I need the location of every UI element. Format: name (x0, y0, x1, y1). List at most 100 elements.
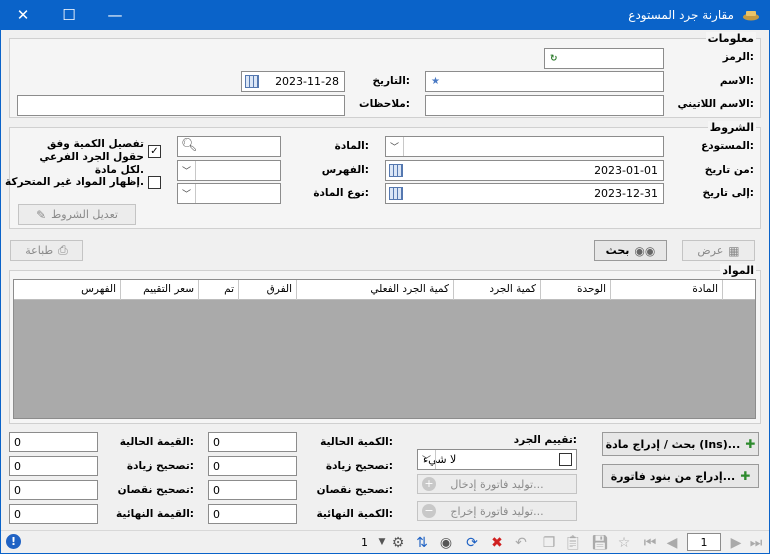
conditions-group-title: الشروط (707, 121, 756, 134)
previous-page-icon[interactable]: ◀ (663, 535, 681, 551)
current-qty-field: 0 (208, 432, 297, 452)
chevron-down-icon[interactable]: ﹀ (178, 184, 196, 203)
date-label: التاريخ: (372, 75, 410, 87)
search-button[interactable]: بحث ◉◉ (594, 240, 667, 261)
printer-icon: ⎙ (58, 243, 68, 257)
current-value-label: القيمة الحالية: (119, 436, 194, 448)
latin-name-label: الاسم اللاتيني: (677, 98, 755, 110)
increase-value-label: تصحيح زيادة: (126, 460, 194, 472)
app-icon (742, 9, 760, 21)
copy-icon[interactable]: ❐ (540, 535, 558, 551)
first-page-icon[interactable]: ⏮ (641, 535, 659, 551)
add-document-icon: ✚ (740, 469, 751, 483)
decrease-value-label: تصحيح نقصان: (117, 484, 194, 496)
binoculars-icon[interactable]: ◉ (437, 535, 455, 551)
column-header[interactable]: الوحدة (540, 280, 610, 300)
next-page-icon[interactable]: ▶ (727, 535, 745, 551)
delete-icon[interactable]: ✖ (488, 535, 506, 551)
column-header[interactable]: سعر التقييم (120, 280, 198, 300)
grid-header: المادة الوحدة كمية الجرد كمية الجرد الفع… (14, 280, 755, 300)
save-icon[interactable]: 💾︎ (591, 535, 609, 551)
add-material-icon: ✚ (745, 437, 756, 451)
date-input[interactable]: 2023-11-28 (241, 71, 345, 92)
final-qty-field: 0 (208, 504, 297, 524)
options-icon[interactable]: ⚙ (389, 535, 407, 551)
star-icon[interactable]: ☆ (615, 535, 633, 551)
materials-grid[interactable]: المادة الوحدة كمية الجرد كمية الجرد الفع… (13, 279, 756, 419)
generate-out-invoice-button[interactable]: توليد فاتورة إخراج... − (417, 501, 577, 521)
decrease-value-field: 0 (9, 480, 98, 500)
minimize-icon: — (107, 6, 123, 24)
maximize-button[interactable]: ☐ (46, 0, 92, 30)
valuation-label: تقييم الجرد: (513, 434, 577, 446)
last-page-icon[interactable]: ⏭ (747, 535, 765, 551)
valuation-checkbox[interactable] (559, 453, 572, 466)
status-bar: ! 1 ▼ ⚙ ⇅ ◉ ⟳ ✖ ↶ ❐ 📋︎ 💾︎ ☆ ⏮ ◀ 1 ▶ ⏭ (1, 530, 769, 553)
column-header[interactable]: تم (198, 280, 238, 300)
detail-checkbox-label: تفصيل الكمية وفق حقول الجرد الفرعي لكل م… (39, 138, 144, 176)
name-label: الاسم: (719, 75, 754, 87)
title-bar: مقارنة جرد المستودع ✕ ☐ — (0, 0, 770, 30)
refresh-icon[interactable]: ⟳ (463, 535, 481, 551)
valuation-select[interactable]: ﹀ لا شيء (417, 449, 577, 470)
calendar-icon (245, 75, 259, 88)
info-icon[interactable]: ! (6, 534, 21, 549)
info-group-title: معلومات (705, 32, 756, 45)
increase-value-field: 0 (9, 456, 98, 476)
column-header[interactable]: الفهرس (14, 280, 120, 300)
page-number-input[interactable]: 1 (687, 533, 721, 551)
latin-name-input[interactable] (425, 95, 664, 116)
decrease-qty-field: 0 (208, 480, 297, 500)
column-header[interactable]: الفرق (238, 280, 296, 300)
view-button[interactable]: عرض ▦ (682, 240, 755, 261)
chevron-down-icon[interactable]: ﹀ (418, 450, 436, 469)
translate-icon: ↻ (550, 53, 558, 64)
minimize-button[interactable]: — (92, 0, 138, 30)
warehouse-select[interactable]: ﹀ (385, 136, 664, 157)
material-type-select[interactable]: ﹀ (177, 183, 281, 204)
notes-label: ملاحظات: (359, 98, 410, 110)
material-type-label: نوع المادة: (313, 187, 369, 199)
material-label: المادة: (334, 140, 369, 152)
close-button[interactable]: ✕ (0, 0, 46, 30)
search-icon[interactable]: 🔍︎ (181, 138, 198, 153)
index-select[interactable]: ﹀ (177, 160, 281, 181)
detail-checkbox[interactable]: ✓ (148, 145, 161, 158)
paste-icon[interactable]: 📋︎ (564, 535, 582, 551)
record-count: 1 (361, 536, 368, 549)
notes-input[interactable] (17, 95, 345, 116)
column-header[interactable]: كمية الجرد (453, 280, 540, 300)
edit-icon: ✎ (36, 207, 47, 222)
search-insert-material-button[interactable]: بحث / إدراج مادة (Ins)... ✚ (602, 432, 759, 456)
plus-circle-icon: + (422, 477, 436, 491)
check-icon: ✓ (150, 146, 159, 157)
from-date-input[interactable]: 2023-01-01 (385, 160, 664, 181)
to-date-label: إلى تاريخ: (702, 187, 754, 199)
decrease-qty-label: تصحيح نقصان: (316, 484, 393, 496)
increase-qty-field: 0 (208, 456, 297, 476)
insert-from-invoice-button[interactable]: إدراج من بنود فاتورة... ✚ (602, 464, 759, 488)
name-input[interactable]: ★ (425, 71, 664, 92)
show-unmoved-checkbox[interactable] (148, 176, 161, 189)
star-icon: ★ (431, 76, 440, 87)
chevron-down-icon[interactable]: ﹀ (386, 137, 404, 156)
row-selector-header (722, 280, 755, 300)
sort-icon[interactable]: ⇅ (413, 535, 431, 551)
binoculars-icon: ◉◉ (634, 243, 656, 258)
final-value-field: 0 (9, 504, 98, 524)
edit-conditions-button[interactable]: ✎ تعديل الشروط (18, 204, 136, 225)
warehouse-label: المستودع: (701, 140, 754, 152)
generate-in-invoice-button[interactable]: توليد فاتورة إدخال... + (417, 474, 577, 494)
material-input[interactable]: 🔍︎ (177, 136, 281, 157)
window-title: مقارنة جرد المستودع (628, 8, 734, 22)
chevron-down-icon[interactable]: ﹀ (178, 161, 196, 180)
to-date-input[interactable]: 2023-12-31 (385, 183, 664, 204)
code-input[interactable]: ↻ (544, 48, 664, 69)
index-label: الفهرس: (321, 164, 369, 176)
minus-circle-icon: − (422, 504, 436, 518)
print-button[interactable]: طباعة ⎙ (10, 240, 83, 261)
from-date-label: من تاريخ: (704, 164, 754, 176)
column-header[interactable]: المادة (610, 280, 722, 300)
undo-icon[interactable]: ↶ (512, 535, 530, 551)
column-header[interactable]: كمية الجرد الفعلي (296, 280, 453, 300)
